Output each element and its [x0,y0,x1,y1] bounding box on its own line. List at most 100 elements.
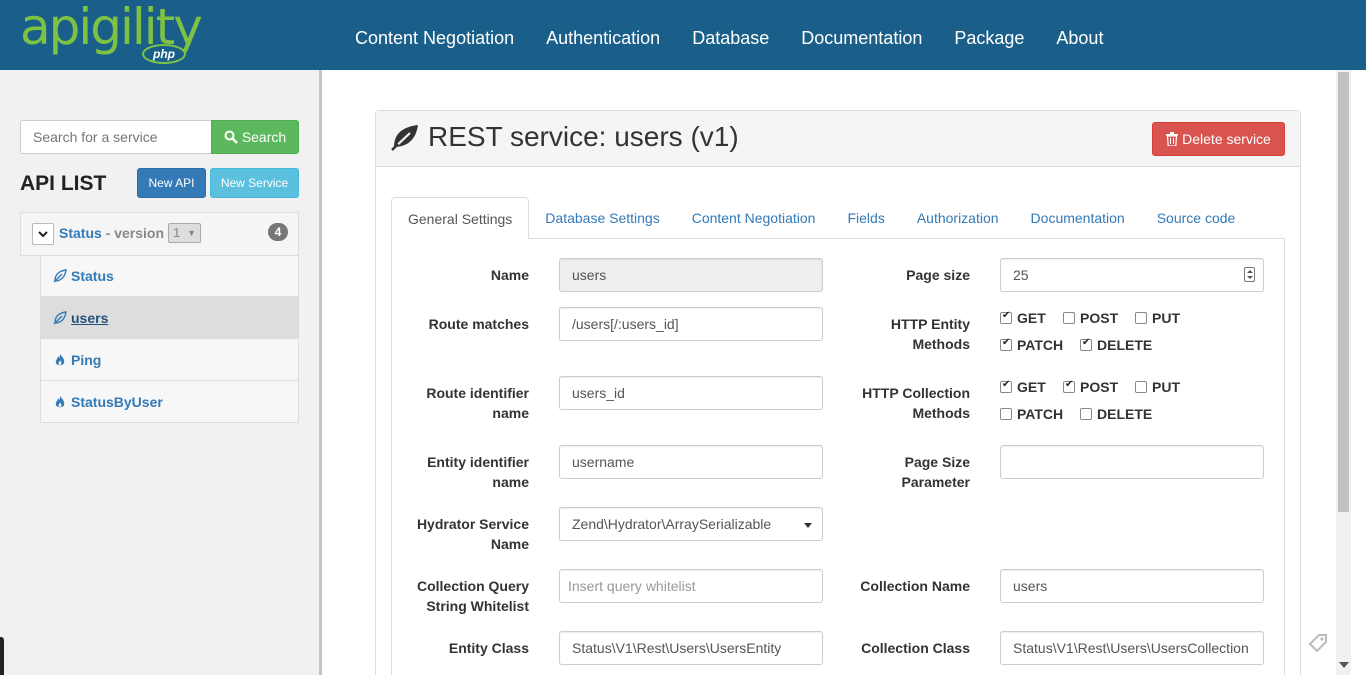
tab-documentation[interactable]: Documentation [1015,197,1141,239]
caret-down-icon: ▼ [187,228,196,238]
route-matches-field[interactable]: /users[/:users_id] [559,307,823,341]
page-size-field[interactable]: 25 [1000,258,1264,292]
top-navbar: apigility php Content Negotiation Authen… [0,0,1366,70]
nav-content-negotiation[interactable]: Content Negotiation [339,0,530,70]
entity-class-field[interactable]: Status\V1\Rest\Users\UsersEntity [559,631,823,665]
new-api-button[interactable]: New API [137,168,206,198]
tab-source-code[interactable]: Source code [1141,197,1252,239]
entity-patch-checkbox[interactable]: PATCH [1000,337,1063,353]
nav-links: Content Negotiation Authentication Datab… [339,0,1119,70]
collection-name-label: Collection Name [860,578,970,594]
collection-put-checkbox[interactable]: PUT [1135,379,1180,395]
checkbox-box [1080,337,1092,351]
service-tabs: General Settings Database Settings Conte… [391,197,1285,239]
scrollbar-thumb[interactable] [1338,72,1349,512]
http-entity-label-line2: Methods [912,336,970,352]
entity-identifier-label-line2: name [492,474,529,490]
fire-icon [55,353,65,365]
nav-about[interactable]: About [1040,0,1119,70]
nav-database[interactable]: Database [676,0,785,70]
name-field[interactable]: users [559,258,823,292]
entity-post-checkbox[interactable]: POST [1063,310,1118,326]
service-item-ping[interactable]: Ping [40,339,299,381]
collection-class-label: Collection Class [861,640,970,656]
spinner-icon[interactable] [1244,267,1255,282]
service-search: Search [20,120,299,154]
route-identifier-field[interactable]: users_id [559,376,823,410]
service-item-status[interactable]: Status [40,255,299,297]
collection-get-checkbox[interactable]: GET [1000,379,1046,395]
checkbox-label: POST [1080,310,1119,326]
scroll-down-arrow-icon[interactable] [1339,662,1349,668]
service-label: Ping [71,351,102,368]
entity-identifier-field[interactable]: username [559,445,823,479]
collection-query-label-line1: Collection Query [416,578,529,594]
service-item-users[interactable]: users [40,297,299,339]
collection-patch-checkbox[interactable]: PATCH [1000,406,1063,422]
version-value: 1 [173,225,181,240]
checkbox-label: PUT [1152,310,1180,326]
tab-general-settings[interactable]: General Settings [391,197,530,239]
chevron-down-icon [38,230,48,237]
collection-post-checkbox[interactable]: POST [1063,379,1118,395]
service-count-badge: 4 [268,223,288,241]
service-list: Status users Ping StatusByUser [40,255,299,423]
route-identifier-label-line2: name [492,405,529,421]
nav-documentation[interactable]: Documentation [785,0,938,70]
tab-database-settings[interactable]: Database Settings [529,197,675,239]
api-version-text: - version [105,225,165,241]
logo-php-badge: php [142,44,186,64]
hydrator-label-line2: Name [490,536,529,552]
page-size-param-field[interactable] [1000,445,1264,479]
nav-authentication[interactable]: Authentication [530,0,676,70]
tab-content-negotiation[interactable]: Content Negotiation [676,197,832,239]
tag-icon[interactable] [1307,632,1329,654]
leaf-icon [53,310,67,324]
checkbox-box [1000,310,1012,324]
page-size-param-label: Page Size Parameter [840,452,971,492]
sidebar: Search API LIST New API New Service Stat… [0,70,322,675]
checkbox-box [1000,408,1012,420]
page-scrollbar[interactable] [1336,70,1351,675]
entity-delete-checkbox[interactable]: DELETE [1080,337,1152,353]
entity-get-checkbox[interactable]: GET [1000,310,1046,326]
nav-package[interactable]: Package [938,0,1040,70]
delete-service-button[interactable]: Delete service [1152,122,1285,156]
search-button[interactable]: Search [211,120,299,154]
checkbox-box [1000,379,1012,393]
api-name-link[interactable]: Status - version [59,225,164,241]
collection-delete-checkbox[interactable]: DELETE [1080,406,1152,422]
leaf-icon [391,125,418,151]
hydrator-value: Zend\Hydrator\ArraySerializable [572,516,772,532]
apigility-logo[interactable]: apigility php [20,0,210,66]
version-select[interactable]: 1 ▼ [168,223,201,243]
caret-down-icon [804,523,812,528]
tab-fields[interactable]: Fields [831,197,900,239]
search-button-label: Search [241,129,287,145]
panel-header: REST service: users (v1) Delete service [376,111,1300,167]
collapse-toggle[interactable] [32,223,54,245]
service-item-statusbyuser[interactable]: StatusByUser [40,381,299,423]
page-size-param-label-line1: Page Size [904,454,970,470]
entity-put-checkbox[interactable]: PUT [1135,310,1180,326]
checkbox-label: PATCH [1017,406,1064,422]
page-size-label: Page size [906,267,970,283]
page-title: REST service: users (v1) [390,121,739,153]
service-label: Status [71,268,114,284]
collection-class-field[interactable]: Status\V1\Rest\Users\UsersCollection [1000,631,1264,665]
checkbox-box [1080,408,1092,420]
service-label: StatusByUser [71,393,163,410]
tab-authorization[interactable]: Authorization [901,197,1015,239]
new-service-button[interactable]: New Service [210,168,299,198]
name-label: Name [490,267,529,283]
route-identifier-label-line1: Route identifier [426,385,529,401]
checkbox-label: PUT [1152,379,1180,395]
checkbox-label: DELETE [1097,406,1153,422]
collection-query-field[interactable]: Insert query whitelist [559,569,823,603]
service-label: users [71,309,109,326]
api-list-title: API LIST [20,172,107,195]
search-input[interactable] [20,120,211,154]
collection-name-field[interactable]: users [1000,569,1264,603]
hydrator-select[interactable]: Zend\Hydrator\ArraySerializable [559,507,823,541]
fire-icon [55,395,65,407]
